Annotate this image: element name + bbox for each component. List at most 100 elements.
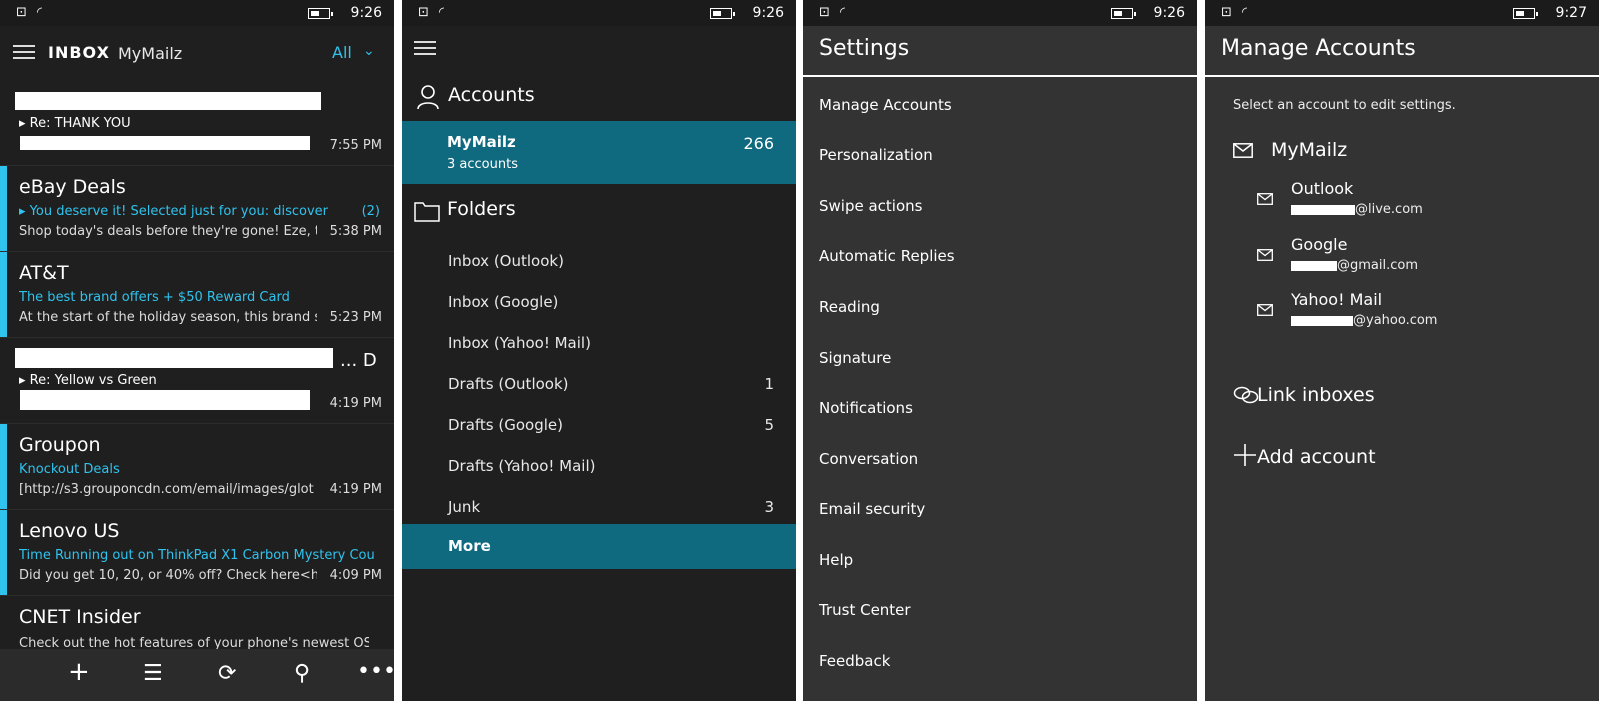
folder-item[interactable]: Junk 3 (402, 488, 796, 528)
folder-item[interactable]: Drafts (Yahoo! Mail) (402, 447, 796, 487)
app-bar: + ☰ ⟳ ⚲ ••• (0, 649, 394, 701)
message-list: ▸ Re: THANK YOU 7:55 PM eBay Deals ▸ You… (0, 80, 394, 650)
folder-item[interactable]: Inbox (Outlook) (402, 242, 796, 282)
message-sender: eBay Deals (19, 176, 126, 198)
message-item[interactable]: CNET Insider Check out the hot features … (0, 596, 394, 650)
expand-arrow-icon: ▸ (19, 116, 30, 131)
expand-arrow-icon: ▸ (19, 373, 30, 388)
settings-header: Settings (803, 26, 1197, 77)
setting-feedback[interactable]: Feedback (819, 652, 890, 670)
unread-indicator (0, 252, 7, 337)
message-sender: Groupon (19, 434, 101, 456)
message-time: 5:38 PM (329, 224, 382, 239)
setting-notifications[interactable]: Notifications (819, 399, 913, 417)
unread-count: 266 (743, 134, 774, 153)
new-icon[interactable]: + (68, 657, 90, 687)
thread-count: (2) (361, 204, 380, 219)
message-item[interactable]: ▸ Re: THANK YOU 7:55 PM (0, 80, 394, 166)
notification-icon: ⊡ ◜ (418, 5, 448, 20)
setting-conversation[interactable]: Conversation (819, 450, 918, 468)
message-time: 7:55 PM (329, 138, 382, 153)
link-inboxes-label: Link inboxes (1257, 384, 1375, 406)
message-item[interactable]: AT&T The best brand offers + $50 Reward … (0, 252, 394, 338)
plus-icon (1234, 444, 1256, 466)
redacted-email (1291, 204, 1355, 215)
setting-automatic-replies[interactable]: Automatic Replies (819, 247, 955, 265)
account-group-name: MyMailz (1271, 139, 1348, 161)
setting-personalization[interactable]: Personalization (819, 146, 933, 164)
status-time: 9:26 (350, 5, 382, 21)
accounts-section: Accounts (402, 72, 796, 122)
folders-label: Folders (447, 198, 516, 220)
hamburger-menu-icon[interactable] (414, 41, 436, 55)
account-email-domain: @gmail.com (1337, 258, 1419, 273)
status-bar: ⊡ ◜ 9:26 (0, 0, 394, 26)
message-sender: CNET Insider (19, 606, 141, 628)
search-icon[interactable]: ⚲ (294, 661, 310, 686)
sync-icon[interactable]: ⟳ (218, 661, 236, 686)
account-name: Yahoo! Mail (1291, 290, 1383, 309)
setting-swipe-actions[interactable]: Swipe actions (819, 197, 922, 215)
folder-item[interactable]: Drafts (Outlook) 1 (402, 365, 796, 405)
folder-label: Drafts (Outlook) (448, 375, 569, 393)
setting-help[interactable]: Help (819, 551, 853, 569)
message-item[interactable]: Lenovo US Time Running out on ThinkPad X… (0, 510, 394, 596)
settings-panel: ⊡ ◜ 9:26 Settings Manage Accounts Person… (803, 0, 1197, 701)
filter-dropdown[interactable]: All (332, 43, 352, 62)
person-icon (417, 85, 439, 110)
folders-section: Folders (402, 186, 796, 236)
message-sender: Lenovo US (19, 520, 120, 542)
mail-icon (1257, 304, 1273, 316)
account-name: Google (1291, 235, 1348, 254)
add-account-label: Add account (1257, 446, 1376, 468)
account-item-google[interactable]: Google @gmail.com (1205, 235, 1599, 283)
account-item-yahoo[interactable]: Yahoo! Mail @yahoo.com (1205, 290, 1599, 338)
status-bar: ⊡ ◜ 9:26 (402, 0, 796, 26)
message-subject: Re: THANK YOU (29, 116, 131, 131)
more-icon[interactable]: ••• (357, 659, 394, 684)
redacted-email (1291, 315, 1353, 326)
setting-trust-center[interactable]: Trust Center (819, 601, 911, 619)
folder-label: Drafts (Yahoo! Mail) (448, 457, 596, 475)
status-bar: ⊡ ◜ 9:26 (803, 0, 1197, 26)
account-subtitle: 3 accounts (447, 157, 518, 172)
folder-icon (414, 202, 440, 222)
message-preview: Shop today's deals before they're gone! … (19, 224, 317, 239)
message-item[interactable]: ... D ▸ Re: Yellow vs Green 4:19 PM (0, 338, 394, 424)
selected-account[interactable]: MyMailz 3 accounts 266 (402, 121, 796, 184)
redacted-preview (20, 136, 310, 150)
link-inboxes-button[interactable]: Link inboxes (1205, 373, 1599, 419)
folder-item[interactable]: Drafts (Google) 5 (402, 406, 796, 446)
setting-reading[interactable]: Reading (819, 298, 880, 316)
add-account-button[interactable]: Add account (1205, 435, 1599, 481)
select-icon[interactable]: ☰ (143, 661, 163, 686)
nav-header (402, 26, 796, 70)
message-item[interactable]: eBay Deals ▸ You deserve it! Selected ju… (0, 166, 394, 252)
link-icon (1233, 386, 1259, 404)
message-time: 4:09 PM (329, 568, 382, 583)
unread-indicator (0, 424, 7, 509)
setting-manage-accounts[interactable]: Manage Accounts (819, 96, 952, 114)
account-name: MyMailz (118, 44, 183, 63)
status-time: 9:27 (1555, 5, 1587, 21)
inbox-panel: ⊡ ◜ 9:26 INBOX MyMailz All ⌄ ▸ Re: THANK… (0, 0, 394, 701)
expand-arrow-icon: ▸ (19, 204, 30, 219)
instruction-text: Select an account to edit settings. (1233, 98, 1456, 113)
account-name: Outlook (1291, 179, 1354, 198)
account-item-outlook[interactable]: Outlook @live.com (1205, 179, 1599, 227)
setting-signature[interactable]: Signature (819, 349, 891, 367)
message-subject: Time Running out on ThinkPad X1 Carbon M… (19, 548, 375, 563)
page-title: Manage Accounts (1221, 36, 1416, 61)
folder-item[interactable]: Inbox (Google) (402, 283, 796, 323)
more-button[interactable]: More (402, 524, 796, 569)
folder-label: Inbox (Google) (448, 293, 559, 311)
navigation-panel: ⊡ ◜ 9:26 Accounts MyMailz 3 accounts 266… (402, 0, 796, 701)
hamburger-menu-icon[interactable] (13, 45, 35, 59)
chevron-down-icon[interactable]: ⌄ (363, 43, 375, 59)
redacted-sender (15, 92, 321, 110)
folder-item[interactable]: Inbox (Yahoo! Mail) (402, 324, 796, 364)
message-item[interactable]: Groupon Knockout Deals [http://s3.groupo… (0, 424, 394, 510)
setting-email-security[interactable]: Email security (819, 500, 925, 518)
folder-label: Inbox (Yahoo! Mail) (448, 334, 591, 352)
message-subject: You deserve it! Selected just for you: d… (29, 204, 329, 219)
